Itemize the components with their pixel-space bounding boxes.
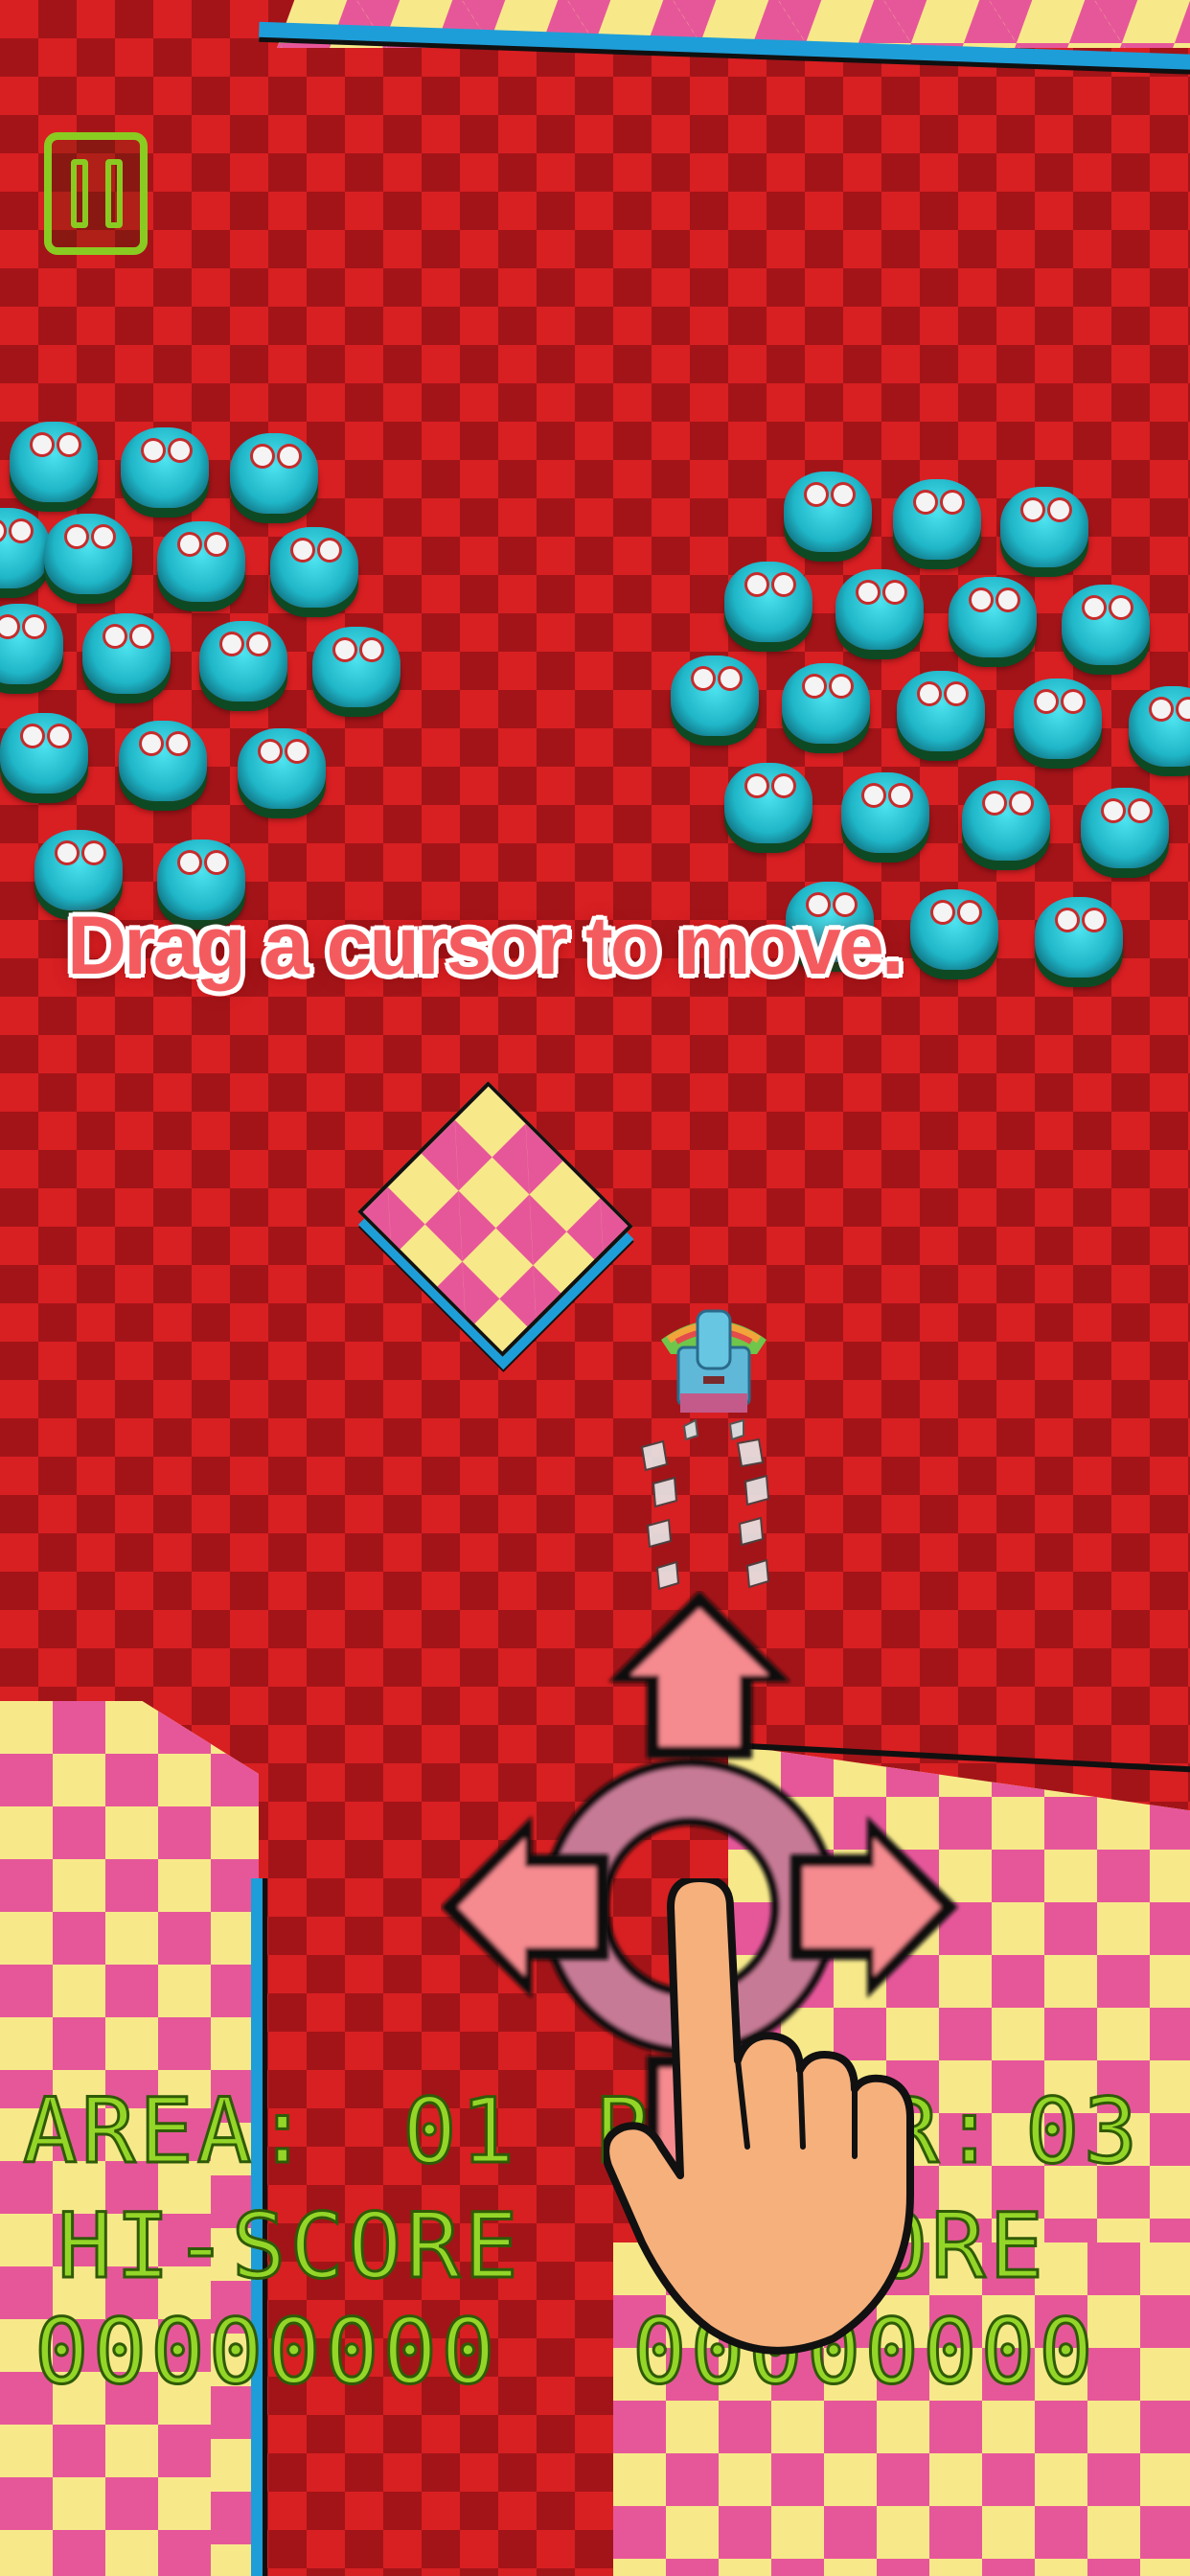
enemy	[897, 671, 985, 751]
pointing-hand-icon	[604, 1878, 914, 2355]
enemy	[1129, 686, 1190, 767]
enemy	[0, 713, 88, 794]
enemy	[157, 521, 245, 602]
enemy	[0, 508, 50, 588]
arrow-up-icon[interactable]	[608, 1591, 790, 1759]
enemy	[893, 479, 981, 560]
enemy	[44, 514, 132, 594]
enemy	[312, 627, 400, 707]
enemy	[784, 472, 872, 552]
enemy	[724, 562, 812, 642]
enemy	[1081, 788, 1169, 868]
enemy	[1062, 585, 1150, 665]
enemy	[962, 780, 1050, 861]
enemy	[1000, 487, 1088, 567]
hiscore-value: 00000000	[34, 2299, 499, 2406]
enemy	[119, 721, 207, 801]
enemy	[724, 763, 812, 843]
enemy	[199, 621, 287, 702]
player-ship	[661, 1309, 767, 1441]
enemy	[82, 613, 171, 694]
enemy	[230, 433, 318, 514]
player-value: 03	[1023, 2079, 1142, 2186]
enemy	[0, 604, 63, 684]
enemy	[671, 656, 759, 736]
enemy	[270, 527, 358, 608]
enemy	[238, 728, 326, 809]
enemy	[782, 663, 870, 744]
enemy	[1035, 897, 1123, 978]
area-label: AREA:	[22, 2079, 313, 2186]
enemy	[841, 772, 929, 853]
enemy	[835, 569, 924, 650]
enemy	[949, 577, 1037, 657]
enemy	[121, 427, 209, 508]
enemy	[10, 422, 98, 502]
tutorial-hint: Drag a cursor to move.	[67, 900, 904, 992]
pause-button[interactable]	[44, 132, 148, 255]
enemy	[1014, 678, 1102, 759]
game-stage[interactable]: Drag a cursor to move. AREA: 01 PLAYER:	[0, 0, 1190, 2576]
diamond-platform	[357, 1081, 633, 1357]
